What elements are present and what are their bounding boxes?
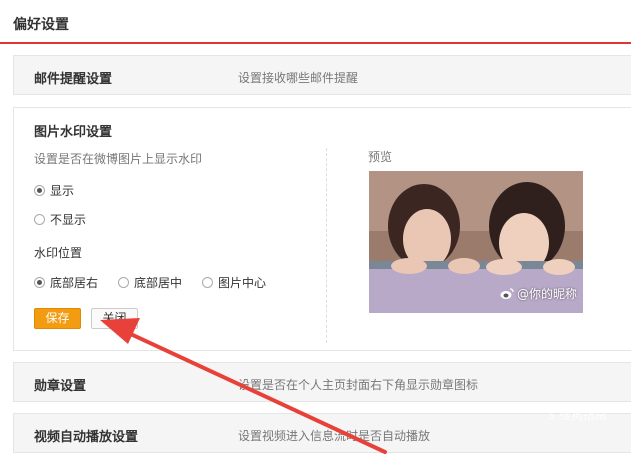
- email-settings-desc: 设置接收哪些邮件提醒: [238, 71, 359, 85]
- radio-position-bottom-right[interactable]: 底部居右: [34, 274, 98, 291]
- email-settings-row[interactable]: 邮件提醒设置 设置接收哪些邮件提醒: [13, 55, 631, 95]
- medal-settings-desc: 设置是否在个人主页封面右下角显示勋章图标: [238, 378, 479, 392]
- radio-show-label: 显示: [50, 184, 75, 198]
- preview-image: @你的昵称: [369, 171, 583, 313]
- radio-bottom-right-label: 底部居右: [50, 276, 99, 290]
- video-autoplay-row[interactable]: 视频自动播放设置 设置视频进入信息流时是否自动播放: [13, 413, 631, 453]
- watermark-position-label: 水印位置: [34, 246, 83, 260]
- radio-center-label: 图片中心: [218, 276, 267, 290]
- video-autoplay-name: 视频自动播放设置: [34, 430, 139, 445]
- watermark-settings-panel: 图片水印设置 设置是否在微博图片上显示水印 显示 不显示 水印位置 底部居右 底…: [13, 107, 631, 351]
- radio-hide-watermark[interactable]: 不显示: [34, 211, 86, 228]
- site-watermark-text: s 搜狗指南: [548, 408, 607, 422]
- radio-position-center[interactable]: 图片中心: [202, 274, 266, 291]
- column-divider: [326, 148, 327, 343]
- radio-center-icon[interactable]: [202, 277, 213, 288]
- close-button[interactable]: 关闭: [91, 308, 138, 329]
- weibo-icon: [500, 287, 514, 299]
- radio-hide-icon[interactable]: [34, 214, 45, 225]
- radio-position-bottom-center[interactable]: 底部居中: [118, 274, 182, 291]
- preview-label: 预览: [368, 150, 393, 164]
- page-title: 偏好设置: [13, 17, 69, 33]
- watermark-settings-title: 图片水印设置: [34, 125, 113, 140]
- radio-bottom-center-icon[interactable]: [118, 277, 129, 288]
- radio-bottom-right-icon[interactable]: [34, 277, 45, 288]
- preview-watermark: @你的昵称: [500, 285, 577, 302]
- radio-show-icon[interactable]: [34, 185, 45, 196]
- title-underline: [0, 42, 631, 44]
- video-autoplay-desc: 设置视频进入信息流时是否自动播放: [238, 429, 431, 443]
- medal-settings-name: 勋章设置: [34, 379, 87, 394]
- medal-settings-row[interactable]: 勋章设置 设置是否在个人主页封面右下角显示勋章图标: [13, 362, 631, 402]
- watermark-settings-desc: 设置是否在微博图片上显示水印: [34, 152, 203, 166]
- radio-hide-label: 不显示: [50, 213, 87, 227]
- radio-show-watermark[interactable]: 显示: [34, 182, 74, 199]
- email-settings-name: 邮件提醒设置: [34, 72, 113, 87]
- preview-watermark-text: @你的昵称: [516, 287, 577, 301]
- save-button[interactable]: 保存: [34, 308, 81, 329]
- site-watermark: s 搜狗指南: [549, 406, 607, 423]
- radio-bottom-center-label: 底部居中: [134, 276, 183, 290]
